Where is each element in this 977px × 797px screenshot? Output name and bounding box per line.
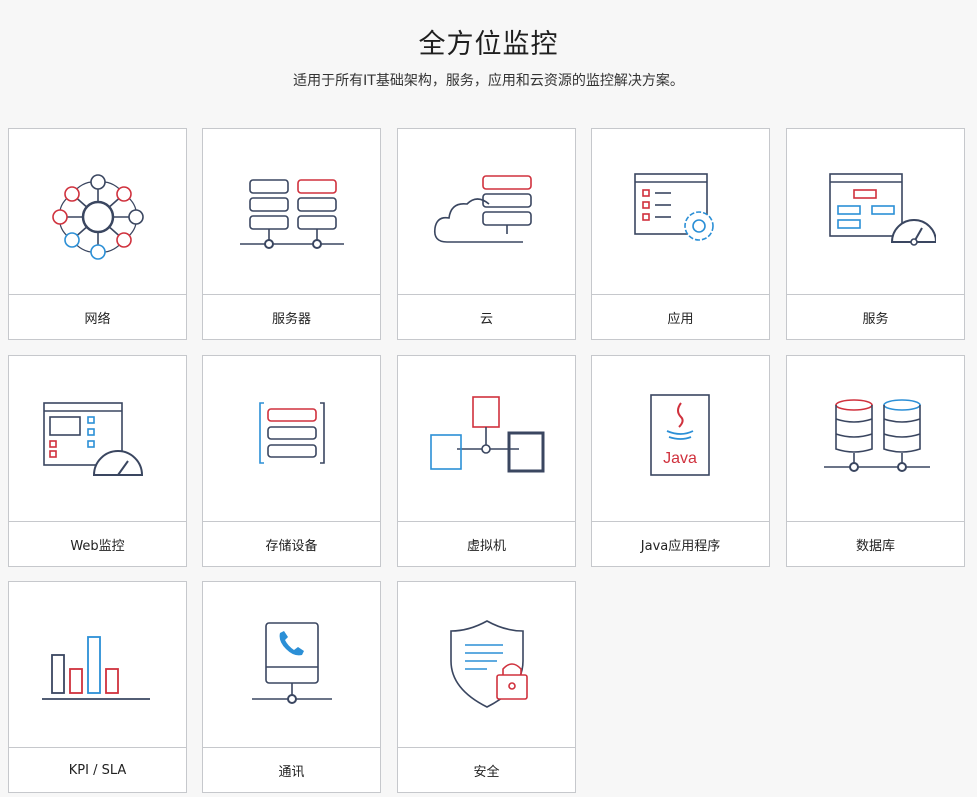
card-java-application[interactable]: Java Java应用程序 xyxy=(591,355,770,567)
server-icon xyxy=(203,129,380,294)
card-virtual-machine[interactable]: 虚拟机 xyxy=(397,355,576,567)
communication-icon xyxy=(203,582,380,747)
page-subtitle: 适用于所有IT基础架构，服务，应用和云资源的监控解决方案。 xyxy=(293,73,684,89)
storage-icon xyxy=(203,356,380,521)
card-storage[interactable]: 存储设备 xyxy=(202,355,381,567)
web-monitoring-icon xyxy=(9,356,186,521)
card-label: 数据库 xyxy=(855,538,895,554)
card-label: 云 xyxy=(479,311,493,327)
security-icon xyxy=(398,582,575,747)
card-cloud[interactable]: 云 xyxy=(397,128,576,340)
card-label: 网络 xyxy=(84,311,111,327)
monitoring-category-grid: 网络 服务器 云 应用 服务 Web监控 存储设备 虚拟机 Java Java应… xyxy=(8,128,968,794)
card-label: 存储设备 xyxy=(265,538,318,554)
cloud-icon xyxy=(398,129,575,294)
card-security[interactable]: 安全 xyxy=(397,581,576,793)
card-label: 服务 xyxy=(862,311,889,327)
service-icon xyxy=(787,129,964,294)
card-label: KPI / SLA xyxy=(68,762,127,778)
network-icon xyxy=(9,129,186,294)
database-icon xyxy=(787,356,964,521)
card-server[interactable]: 服务器 xyxy=(202,128,381,340)
card-kpi-sla[interactable]: KPI / SLA xyxy=(8,581,187,793)
card-network[interactable]: 网络 xyxy=(8,128,187,340)
application-icon xyxy=(592,129,769,294)
card-label: Java应用程序 xyxy=(640,538,721,554)
virtual-machine-icon xyxy=(398,356,575,521)
kpi-sla-icon xyxy=(9,582,186,747)
card-web-monitoring[interactable]: Web监控 xyxy=(8,355,187,567)
page-title: 全方位监控 xyxy=(418,29,559,60)
card-label: 通讯 xyxy=(278,764,305,780)
card-service[interactable]: 服务 xyxy=(786,128,965,340)
card-label: 安全 xyxy=(473,764,500,780)
card-label: 虚拟机 xyxy=(466,538,506,554)
card-label: Web监控 xyxy=(70,538,125,554)
java-logo-text: Java xyxy=(663,450,697,467)
card-label: 应用 xyxy=(667,311,694,327)
card-communication[interactable]: 通讯 xyxy=(202,581,381,793)
card-application[interactable]: 应用 xyxy=(591,128,770,340)
java-icon: Java xyxy=(592,356,769,521)
card-label: 服务器 xyxy=(271,311,311,327)
card-database[interactable]: 数据库 xyxy=(786,355,965,567)
